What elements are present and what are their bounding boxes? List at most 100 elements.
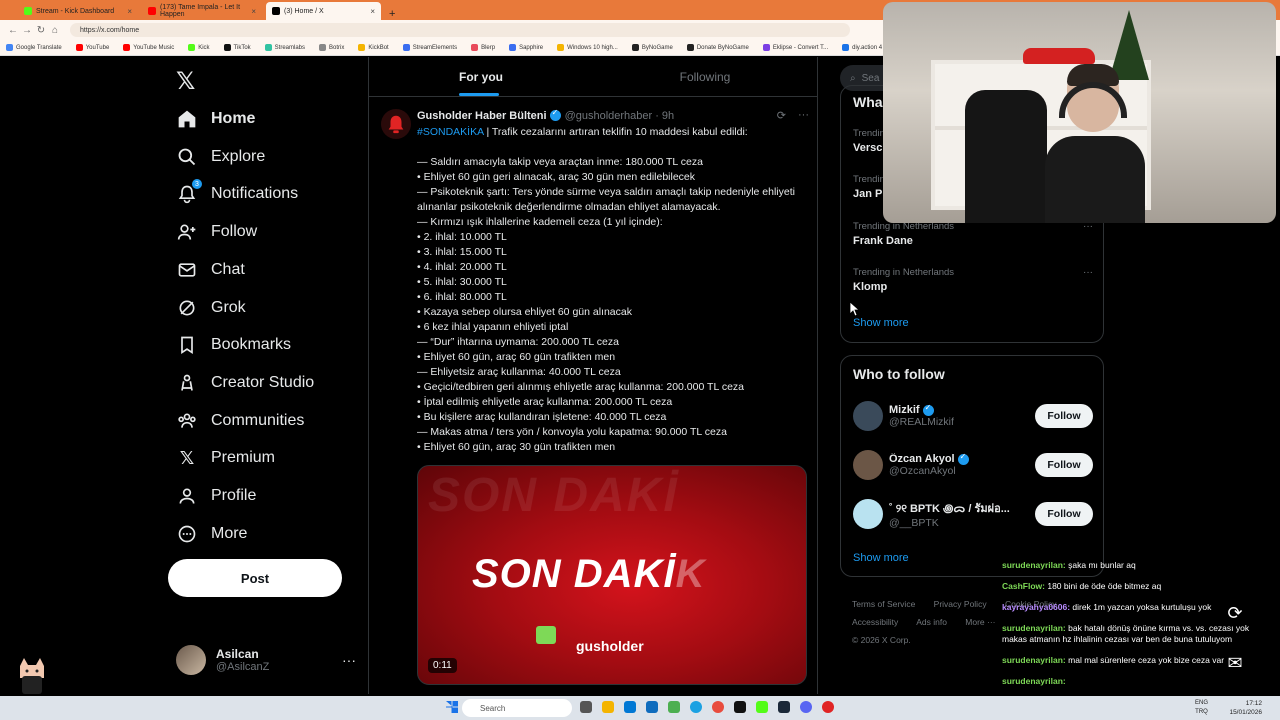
nav-bookmarks[interactable]: Bookmarks <box>176 330 291 360</box>
bookmark-item[interactable]: ByNoGame <box>631 44 673 51</box>
back-icon[interactable]: ← <box>6 25 20 36</box>
main-feed: For you Following Gusholder Haber Bülten… <box>368 57 818 694</box>
forward-icon[interactable]: → <box>20 25 34 36</box>
follow-button[interactable]: Follow <box>1035 404 1093 428</box>
nav-creator-studio[interactable]: Creator Studio <box>176 368 314 398</box>
grok-icon[interactable]: ⟳ <box>1224 602 1246 624</box>
trend-item[interactable]: Trending in Netherlands Frank Dane ··· <box>853 221 1093 247</box>
footer-link[interactable]: Privacy Policy <box>934 599 987 609</box>
kick-app-icon[interactable] <box>756 701 768 713</box>
grok-icon[interactable]: ⟳ <box>777 109 786 122</box>
edge-icon[interactable] <box>690 701 702 713</box>
bookmark-item[interactable]: KickBot <box>358 44 389 51</box>
bookmark-item[interactable]: StreamElements <box>402 44 457 51</box>
bookmark-item[interactable]: TikTok <box>223 44 251 51</box>
mail-icon[interactable]: ✉ <box>1224 652 1246 674</box>
bookmark-item[interactable]: YouTube <box>75 44 109 51</box>
tweet-line: • Geçici/tedbiren geri alınmış ehliyetle… <box>417 381 745 393</box>
nav-chat[interactable]: Chat <box>176 255 245 285</box>
url-input[interactable]: https://x.com/home <box>70 23 850 37</box>
app-icon[interactable] <box>668 701 680 713</box>
tweet-author-name[interactable]: Gusholder Haber Bülteni <box>417 110 547 122</box>
close-tab-icon[interactable]: × <box>127 7 132 16</box>
footer-link[interactable]: Accessibility <box>852 617 898 627</box>
browser-tab-x[interactable]: (3) Home / X × <box>266 2 381 20</box>
video-duration: 0:11 <box>428 658 457 673</box>
trend-item[interactable]: Trending in Netherlands Klomp ··· <box>853 267 1093 293</box>
footer-link[interactable]: Terms of Service <box>852 599 915 609</box>
bookmark-item[interactable]: Donate ByNoGame <box>686 44 749 51</box>
bookmark-item[interactable]: Kick <box>188 44 210 51</box>
system-clock[interactable]: 17:12 15/01/2026 <box>1229 699 1262 717</box>
nav-home[interactable]: Home <box>176 104 255 134</box>
language-indicator[interactable]: ENG TRQ <box>1195 699 1208 717</box>
tweet-line: • 2. ihlal: 10.000 TL <box>417 231 507 243</box>
nav-profile[interactable]: Profile <box>176 481 256 511</box>
bookmark-item[interactable]: Windows 10 high... <box>557 44 618 51</box>
communities-icon <box>176 410 198 432</box>
more-dots-icon[interactable]: ··· <box>342 652 356 668</box>
tweet-line: • 4. ihlal: 20.000 TL <box>417 261 507 273</box>
tweet-time[interactable]: · 9h <box>655 110 674 122</box>
file-explorer-icon[interactable] <box>602 701 614 713</box>
tab-following[interactable]: Following <box>593 57 817 96</box>
tweet-author-handle[interactable]: @gusholderhaber <box>565 110 653 122</box>
taskbar-search[interactable]: Search <box>462 699 572 717</box>
browser-tab-kick[interactable]: Stream - Kick Dashboard × <box>18 2 138 20</box>
obs-icon[interactable] <box>822 701 834 713</box>
nav-grok[interactable]: Grok <box>176 293 246 323</box>
hashtag-link[interactable]: #SONDAKİKA <box>417 126 484 138</box>
footer-link[interactable]: More ··· <box>965 617 995 627</box>
trends-show-more-link[interactable]: Show more <box>853 317 909 329</box>
new-tab-button[interactable]: + <box>389 8 395 20</box>
nav-communities[interactable]: Communities <box>176 406 304 436</box>
discord-icon[interactable] <box>800 701 812 713</box>
tweet-video[interactable]: SON DAKİ SON DAKİK gusholder 0:11 <box>417 465 807 685</box>
x-app-icon[interactable] <box>734 701 746 713</box>
task-view-icon[interactable] <box>580 701 592 713</box>
nav-notifications[interactable]: 3 Notifications <box>176 179 298 209</box>
bookmark-item[interactable]: Google Translate <box>6 44 62 51</box>
bookmark-item[interactable]: Sapphire <box>509 44 543 51</box>
grok-icon <box>176 297 198 319</box>
nav-explore[interactable]: Explore <box>176 142 265 172</box>
tweet-author-avatar[interactable] <box>381 109 411 139</box>
suggested-user[interactable]: Özcan Akyol @OzcanAkyol Follow <box>853 449 1093 481</box>
reload-icon[interactable]: ↻ <box>34 25 48 36</box>
close-tab-icon[interactable]: × <box>370 7 375 16</box>
bookmark-item[interactable]: Blerp <box>471 44 495 51</box>
close-tab-icon[interactable]: × <box>251 7 256 16</box>
tab-for-you[interactable]: For you <box>369 57 593 96</box>
x-logo-icon[interactable]: 𝕏 <box>176 67 195 96</box>
account-name: Asilcan <box>216 647 259 661</box>
avatar <box>853 450 883 480</box>
windows-taskbar: Search ENG TRQ 17:12 15/01/2026 <box>0 696 1280 720</box>
browser-tab-youtube[interactable]: (173) Tame Impala - Let It Happen × <box>142 2 262 20</box>
account-switcher[interactable]: Asilcan @AsilcanZ ··· <box>176 644 356 676</box>
nav-follow[interactable]: Follow <box>176 217 257 247</box>
home-page-icon[interactable]: ⌂ <box>48 25 62 36</box>
bookmark-item[interactable]: Botrix <box>319 44 344 51</box>
windows-start-icon[interactable] <box>446 701 458 713</box>
who-to-follow-show-more-link[interactable]: Show more <box>853 552 909 564</box>
tweet-line: — Psikoteknik şartı: Ters yönde sürme ve… <box>417 186 795 213</box>
bookmark-item[interactable]: Eklipse - Convert T... <box>762 44 828 51</box>
steam-icon[interactable] <box>778 701 790 713</box>
bookmark-item[interactable]: Streamlabs <box>264 44 305 51</box>
footer-link[interactable]: Ads info <box>916 617 947 627</box>
suggested-user[interactable]: ˚ ୨୧ BPTK ꩜ᯅ / รัมผ่อ... @__BPTK Follow <box>853 498 1093 530</box>
mail-app-icon[interactable] <box>646 701 658 713</box>
follow-button[interactable]: Follow <box>1035 453 1093 477</box>
nav-premium[interactable]: 𝕏 Premium <box>176 443 275 473</box>
firefox-icon[interactable] <box>712 701 724 713</box>
more-dots-icon[interactable]: ··· <box>1083 267 1093 278</box>
bookmark-item[interactable]: YouTube Music <box>123 44 174 51</box>
post-button[interactable]: Post <box>168 559 342 597</box>
follow-button[interactable]: Follow <box>1035 502 1093 526</box>
store-icon[interactable] <box>624 701 636 713</box>
more-dots-icon[interactable]: ··· <box>798 109 809 122</box>
chat-message: surudenayrilan: şaka mı bunlar aq <box>1002 560 1136 570</box>
suggested-user[interactable]: Mizkif @REALMizkif Follow <box>853 400 1093 432</box>
nav-more[interactable]: More <box>176 519 247 549</box>
tweet-line: • Ehliyet 60 gün geri alınacak, araç 30 … <box>417 171 696 183</box>
